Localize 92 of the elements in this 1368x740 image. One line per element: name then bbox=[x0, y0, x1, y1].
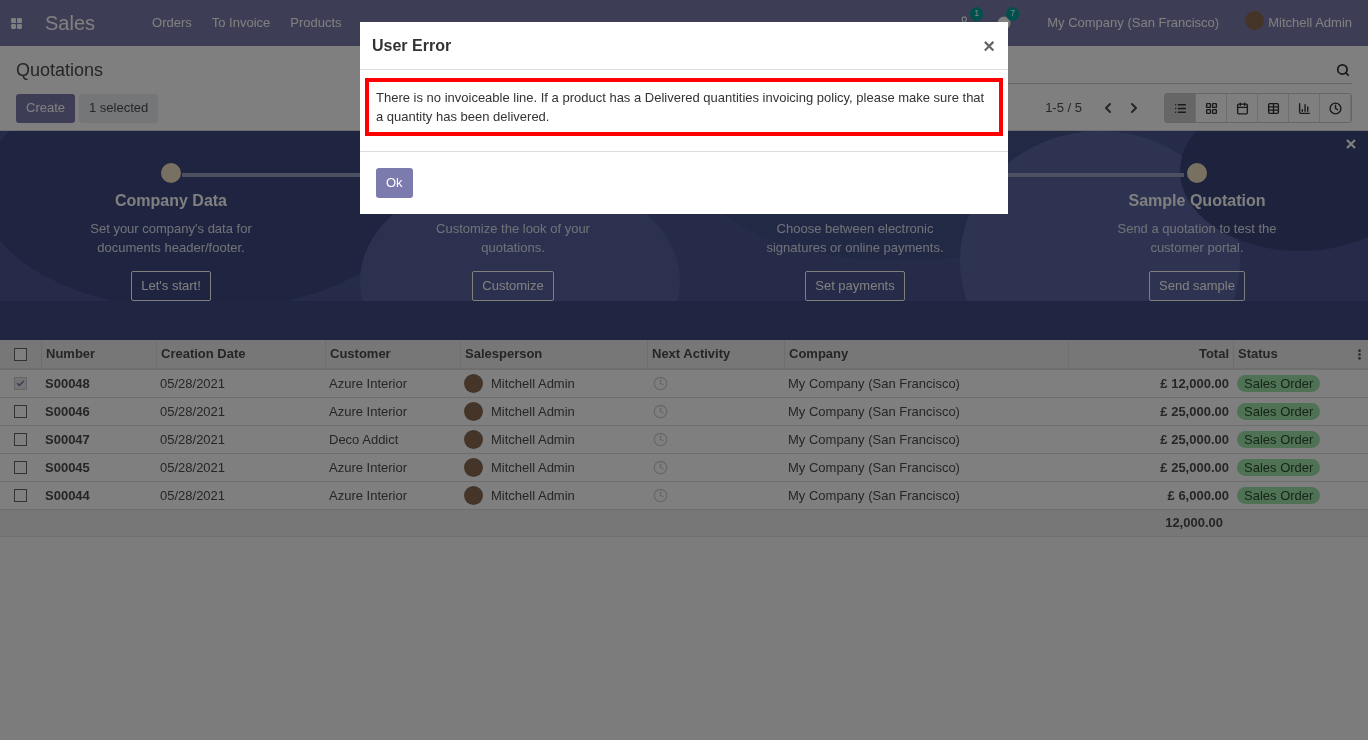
column-header[interactable]: Salesperson bbox=[465, 344, 543, 364]
table-cell-text: Mitchell Admin bbox=[491, 402, 575, 421]
table-cell-text: Mitchell Admin bbox=[491, 430, 575, 449]
avatar-icon bbox=[1245, 10, 1265, 30]
column-header[interactable]: Customer bbox=[330, 344, 391, 364]
table-cell: Azure Interior bbox=[329, 487, 408, 503]
table-cell: £ 25,000.00 bbox=[1160, 459, 1229, 475]
status-badge: Sales Order bbox=[1237, 430, 1321, 448]
column-header[interactable]: Number bbox=[46, 344, 96, 364]
count-badge: 1 bbox=[970, 7, 984, 21]
checkbox[interactable] bbox=[14, 461, 27, 474]
list-icon bbox=[1173, 101, 1187, 115]
table-cell: Azure Interior bbox=[329, 403, 408, 419]
step-description: Send a quotation to test the customer portal. bbox=[1116, 220, 1278, 257]
column-header[interactable]: Creation Date bbox=[161, 344, 246, 364]
dialog-title: User Error bbox=[372, 35, 452, 56]
avatar-icon bbox=[464, 458, 483, 477]
step-description: Set your company's data for documents header/footer. bbox=[89, 220, 253, 257]
table-cell: 05/28/2021 bbox=[160, 403, 226, 419]
ok-button[interactable]: Ok bbox=[376, 168, 413, 198]
table-cell: My Company (San Francisco) bbox=[788, 487, 960, 503]
table-cell-text: Mitchell Admin bbox=[491, 486, 575, 505]
avatar-icon bbox=[464, 374, 483, 393]
step-title: Company Data bbox=[115, 191, 227, 211]
avatar-icon bbox=[464, 486, 483, 505]
table-cell: Azure Interior bbox=[329, 459, 408, 475]
close-button[interactable]: × bbox=[983, 35, 995, 56]
table-cell: My Company (San Francisco) bbox=[788, 459, 960, 475]
status-badge: Sales Order bbox=[1237, 486, 1321, 504]
checkbox[interactable] bbox=[14, 489, 27, 502]
table-cell: My Company (San Francisco) bbox=[788, 375, 960, 391]
table-cell: My Company (San Francisco) bbox=[788, 431, 960, 447]
table-cell: £ 25,000.00 bbox=[1160, 403, 1229, 419]
page-title: Quotations bbox=[16, 58, 104, 82]
table-cell: 05/28/2021 bbox=[160, 375, 226, 391]
step-button[interactable]: Set payments bbox=[805, 271, 905, 301]
grid-icon bbox=[1204, 101, 1218, 115]
step-description: Choose between electronic signatures or online payments. bbox=[765, 220, 945, 257]
close-icon[interactable] bbox=[1346, 139, 1356, 149]
status-badge: Sales Order bbox=[1237, 374, 1321, 392]
view-switch-button[interactable] bbox=[1165, 94, 1196, 122]
step-button[interactable]: Customize bbox=[472, 271, 554, 301]
table-cell: 05/28/2021 bbox=[160, 459, 226, 475]
table-cell: £ 6,000.00 bbox=[1167, 487, 1229, 503]
search-icon[interactable] bbox=[1336, 62, 1350, 77]
table-cell: £ 25,000.00 bbox=[1160, 431, 1229, 447]
company-switcher[interactable]: My Company (San Francisco) bbox=[1047, 13, 1220, 33]
table-cell: S00046 bbox=[45, 403, 90, 419]
table-cell: 05/28/2021 bbox=[160, 431, 226, 447]
check-icon bbox=[16, 379, 25, 388]
checkbox[interactable] bbox=[14, 405, 27, 418]
calendar-icon bbox=[1235, 101, 1249, 115]
table-cell: £ 12,000.00 bbox=[1160, 375, 1229, 391]
avatar-icon bbox=[464, 402, 483, 421]
column-header[interactable]: Company bbox=[789, 344, 849, 364]
column-header[interactable]: Status bbox=[1238, 344, 1278, 364]
table-cell: S00048 bbox=[45, 375, 90, 391]
table-cell-text: Mitchell Admin bbox=[491, 458, 575, 477]
sum-total: 12,000.00 bbox=[1165, 515, 1223, 531]
checkbox[interactable] bbox=[14, 433, 27, 446]
app-name: Sales bbox=[45, 11, 96, 36]
status-badge: Sales Order bbox=[1237, 458, 1321, 476]
clock-icon bbox=[1328, 101, 1342, 115]
table-cell: Deco Addict bbox=[329, 431, 399, 447]
count-badge: 7 bbox=[1006, 7, 1020, 21]
bar-chart-icon bbox=[1297, 101, 1311, 115]
menu-item[interactable]: Products bbox=[290, 13, 342, 33]
checkbox[interactable] bbox=[14, 347, 27, 361]
status-badge: Sales Order bbox=[1237, 402, 1321, 420]
step-button[interactable]: Let's start! bbox=[131, 271, 211, 301]
step-description: Customize the look of your quotations. bbox=[435, 220, 591, 257]
create-button[interactable]: Create bbox=[16, 93, 76, 123]
table-cell: My Company (San Francisco) bbox=[788, 403, 960, 419]
column-header[interactable]: Total bbox=[1198, 344, 1229, 364]
step-title: Sample Quotation bbox=[1128, 191, 1266, 211]
table-cell: 05/28/2021 bbox=[160, 487, 226, 503]
user-menu[interactable]: Mitchell Admin bbox=[1268, 13, 1352, 33]
menu-item[interactable]: To Invoice bbox=[211, 13, 271, 33]
table-icon bbox=[1266, 101, 1280, 115]
table-cell: S00047 bbox=[45, 431, 90, 447]
step-button[interactable]: Send sample bbox=[1149, 271, 1245, 301]
pager-value[interactable]: 1-5 / 5 bbox=[1045, 98, 1082, 118]
apps-menu-icon[interactable] bbox=[10, 16, 23, 30]
error-message: There is no invoiceable line. If a product has a Delivered quantities invoicing policy, please make sure that a quantity has been delivered. bbox=[376, 89, 986, 126]
menu-item[interactable]: Orders bbox=[152, 13, 192, 33]
table-cell: Azure Interior bbox=[329, 375, 408, 391]
table-cell: S00045 bbox=[45, 459, 90, 475]
avatar-icon bbox=[464, 430, 483, 449]
table-cell-text: Mitchell Admin bbox=[491, 374, 575, 393]
selection-counter: 1 selected bbox=[79, 93, 159, 123]
table-cell: S00044 bbox=[45, 487, 90, 503]
column-header[interactable]: Next Activity bbox=[652, 344, 731, 364]
